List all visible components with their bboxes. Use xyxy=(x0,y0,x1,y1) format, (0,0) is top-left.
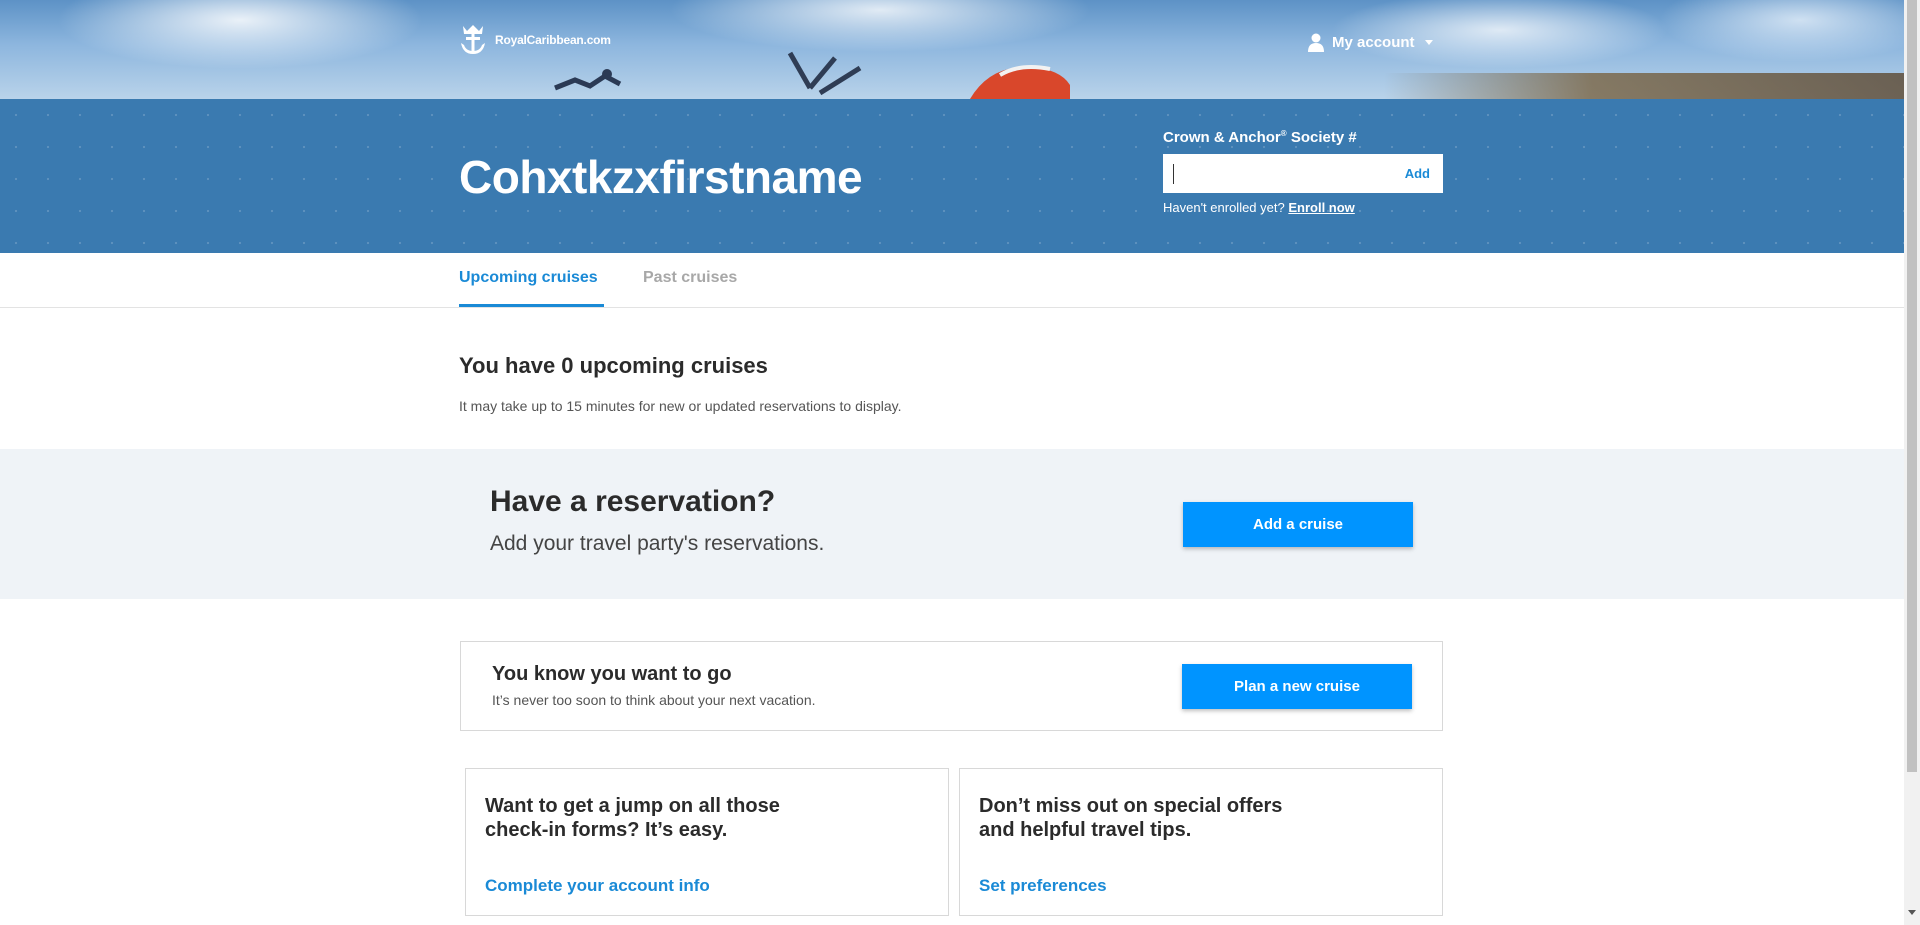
cruise-tabs: Upcoming cruises Past cruises xyxy=(0,253,1904,308)
account-info-heading: Want to get a jump on all those check-in… xyxy=(485,795,780,841)
enroll-prompt: Haven't enrolled yet? Enroll now xyxy=(1163,200,1355,215)
preferences-heading: Don’t miss out on special offers and hel… xyxy=(979,795,1283,841)
hero-figure-decoration xyxy=(554,69,622,91)
tab-upcoming-cruises[interactable]: Upcoming cruises xyxy=(459,269,604,307)
hero-figure-decoration xyxy=(970,65,1070,99)
site-logo[interactable]: RoyalCaribbean.com xyxy=(459,24,611,56)
set-preferences-link[interactable]: Set preferences xyxy=(979,876,1107,896)
text-cursor xyxy=(1173,164,1174,184)
preferences-card: Don’t miss out on special offers and hel… xyxy=(959,768,1443,916)
plan-card-subtitle: It’s never too soon to think about your … xyxy=(492,692,816,708)
hero-figure-decoration xyxy=(787,51,862,96)
anchor-crown-icon xyxy=(461,25,485,54)
my-account-label: My account xyxy=(1332,34,1415,51)
enroll-prompt-text: Haven't enrolled yet? xyxy=(1163,200,1289,215)
profile-banner: Cohxtkzxfirstname Crown & Anchor® Societ… xyxy=(0,99,1904,253)
user-name: Cohxtkzxfirstname xyxy=(459,151,863,203)
cas-number-field: Add xyxy=(1163,154,1443,193)
my-account-menu[interactable]: My account xyxy=(1308,33,1433,52)
cas-label-text: Crown & Anchor xyxy=(1163,129,1281,146)
logo-text: RoyalCaribbean.com xyxy=(495,33,611,47)
upcoming-count-heading: You have 0 upcoming cruises xyxy=(459,353,768,378)
cas-add-button[interactable]: Add xyxy=(1392,166,1443,181)
account-info-card: Want to get a jump on all those check-in… xyxy=(465,768,949,916)
reservation-section: Have a reservation? Add your travel part… xyxy=(0,449,1904,599)
enroll-now-link[interactable]: Enroll now xyxy=(1288,200,1354,215)
scrollbar-thumb[interactable] xyxy=(1907,0,1917,772)
scroll-down-arrow-icon[interactable] xyxy=(1908,910,1916,915)
reservation-subtitle: Add your travel party's reservations. xyxy=(490,532,825,555)
cas-number-input[interactable] xyxy=(1163,155,1392,192)
cas-label-suffix: Society # xyxy=(1286,129,1357,146)
tab-past-cruises[interactable]: Past cruises xyxy=(643,269,737,307)
user-icon xyxy=(1308,33,1324,52)
hero-shoreline xyxy=(1384,73,1904,99)
page-scrollbar[interactable] xyxy=(1904,0,1920,925)
chevron-down-icon xyxy=(1424,40,1433,45)
plan-cruise-card: You know you want to go It’s never too s… xyxy=(460,641,1443,731)
hero-photo-strip: RoyalCaribbean.com My account xyxy=(0,0,1904,99)
cas-label: Crown & Anchor® Society # xyxy=(1163,129,1357,146)
plan-new-cruise-button[interactable]: Plan a new cruise xyxy=(1182,664,1412,709)
reservation-heading: Have a reservation? xyxy=(490,485,776,518)
upcoming-note: It may take up to 15 minutes for new or … xyxy=(459,398,902,414)
complete-account-info-link[interactable]: Complete your account info xyxy=(485,876,710,896)
plan-card-heading: You know you want to go xyxy=(492,663,732,685)
add-cruise-button[interactable]: Add a cruise xyxy=(1183,502,1413,547)
